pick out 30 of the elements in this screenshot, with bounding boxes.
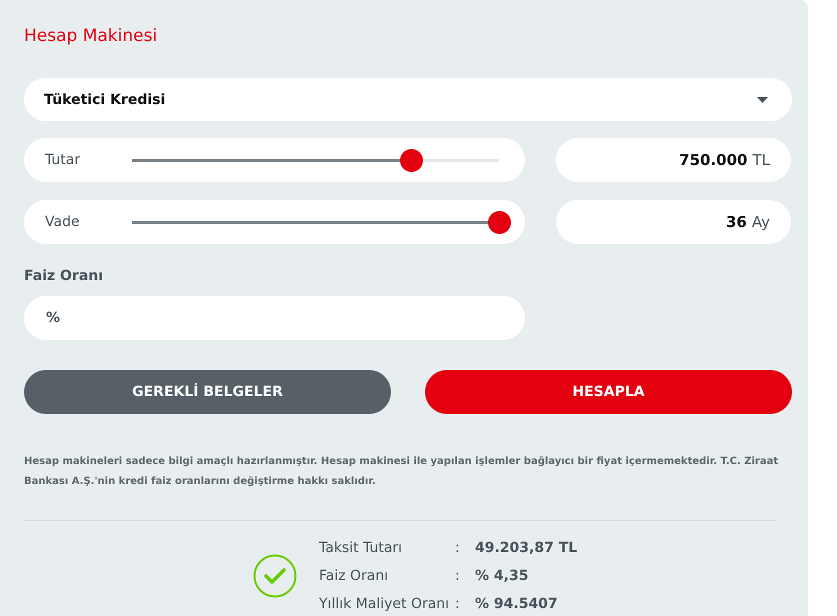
result-separator: : [455, 539, 461, 558]
value-field[interactable]: 36 Ay [556, 200, 791, 244]
documents-button[interactable]: GEREKLİ BELGELER [24, 370, 391, 414]
value-unit: TL [752, 151, 770, 169]
field-label: Faiz Oranı [24, 268, 104, 284]
result-label: Faiz Oranı [319, 567, 390, 586]
result-value: % 94.5407 [475, 595, 559, 614]
slider-label: Vade [45, 214, 81, 230]
value-number: 750.000 [679, 151, 748, 169]
check-circle-icon [253, 554, 297, 598]
disclaimer-text: Hesap makineleri sadece bilgi amaçlı hazırlanmıştır. Hesap makinesi ile yapılan işlemler bağlayıcı bir fiyat içermemektedir. T.C. Ziraat Bankası A.Ş.'nin kredi faiz oranlarını değiştirme hakkı saklıdır. [24, 455, 780, 489]
value-unit: Ay [752, 213, 770, 231]
percent-prefix: % [46, 310, 60, 326]
slider[interactable] [132, 210, 510, 234]
page-title: Hesap Makinesi [24, 25, 158, 48]
rate-field[interactable]: % [24, 296, 525, 340]
result-label: Taksit Tutarı [319, 539, 404, 558]
result-label: Yıllık Maliyet Oranı [319, 595, 450, 614]
caret-icon [757, 96, 768, 102]
value-number: 36 [726, 213, 747, 231]
slider-thumb[interactable] [488, 210, 511, 234]
result-value: % 4,35 [475, 567, 530, 586]
product-dropdown[interactable]: Tüketici Kredisi [24, 78, 792, 121]
slider-label: Tutar [45, 152, 82, 168]
value-field[interactable]: 750.000 TL [556, 138, 791, 182]
result-separator: : [455, 595, 461, 614]
slider-thumb[interactable] [400, 148, 423, 172]
result-separator: : [455, 567, 461, 586]
calculate-button[interactable]: HESAPLA [425, 370, 792, 414]
result-value: 49.203,87 TL [475, 539, 578, 558]
